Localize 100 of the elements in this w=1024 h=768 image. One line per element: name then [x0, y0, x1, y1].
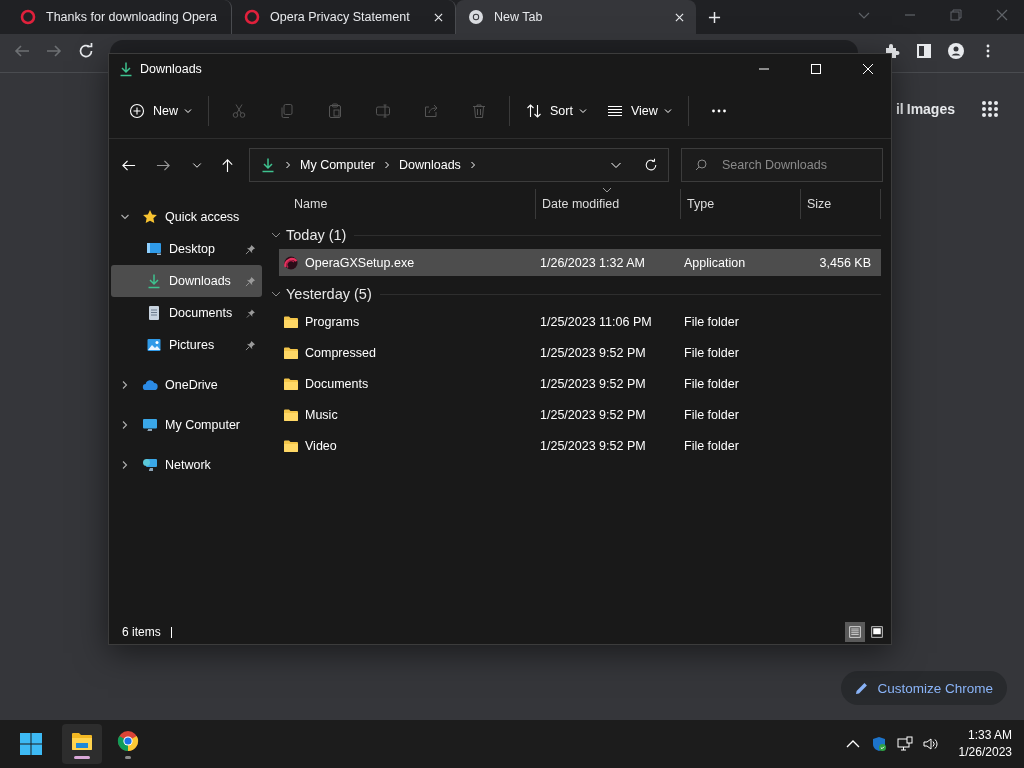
file-type: File folder — [684, 376, 739, 391]
file-name: OperaGXSetup.exe — [305, 255, 415, 270]
nav-item[interactable]: Desktop — [111, 233, 262, 265]
column-header[interactable]: Type — [681, 189, 801, 219]
column-header[interactable]: Size — [801, 189, 881, 219]
address-field[interactable]: My Computer Downloads — [249, 148, 669, 182]
date-modified: 1/26/2023 1:32 AM — [540, 255, 645, 270]
column-header[interactable]: Date modified — [536, 189, 681, 219]
file-type: File folder — [684, 314, 739, 329]
file-row[interactable]: OperaGXSetup.exe 1/26/2023 1:32 AM Application 3,456 KB — [279, 249, 881, 276]
item-count: 6 items — [122, 625, 161, 639]
breadcrumb[interactable]: Downloads — [399, 158, 461, 172]
file-row[interactable]: Programs 1/25/2023 11:06 PM File folder — [279, 308, 881, 335]
preview-view-icon — [871, 626, 883, 638]
sidebar-icon[interactable] — [916, 43, 932, 59]
chevron-right-icon — [383, 161, 392, 169]
nav-item[interactable]: Pictures — [111, 329, 262, 361]
close-icon — [863, 64, 873, 74]
nav-item[interactable]: OneDrive — [111, 369, 262, 401]
desktop-icon — [146, 241, 162, 257]
monitor-icon — [142, 417, 158, 433]
download-icon — [260, 157, 276, 173]
date-modified: 1/25/2023 11:06 PM — [540, 314, 652, 329]
browser-tab[interactable]: New Tab — [456, 0, 696, 34]
app-icon — [283, 254, 299, 271]
pencil-icon — [855, 681, 870, 695]
chevron-right-icon — [468, 161, 477, 169]
nav-item[interactable]: Network — [111, 449, 262, 481]
view-button[interactable]: View — [598, 94, 680, 128]
clock-time: 1:33 AM — [967, 727, 1012, 744]
windows-start-icon[interactable] — [19, 732, 43, 756]
chevron-down-icon[interactable] — [120, 212, 130, 222]
nav-item[interactable]: My Computer — [111, 409, 262, 441]
date-modified: 1/25/2023 9:52 PM — [540, 407, 646, 422]
new-tab-icon[interactable] — [708, 10, 721, 24]
document-icon — [146, 305, 162, 321]
clock-date: 1/26/2023 — [958, 744, 1012, 761]
reload-icon[interactable] — [78, 43, 94, 59]
picture-icon — [146, 337, 162, 353]
nav-item[interactable]: Documents — [111, 297, 262, 329]
file-type: File folder — [684, 438, 739, 453]
up-arrow-icon[interactable] — [220, 157, 235, 173]
file-size: 3,456 KB — [819, 255, 871, 270]
file-row[interactable]: Compressed 1/25/2023 9:52 PM File folder — [279, 339, 881, 366]
caret-icon — [578, 107, 587, 115]
search-icon — [695, 159, 707, 171]
page-link[interactable]: il — [895, 101, 904, 117]
nav-item[interactable]: Downloads — [111, 265, 262, 297]
file-row[interactable]: Video 1/25/2023 9:52 PM File folder — [279, 432, 881, 459]
page-link[interactable]: Images — [906, 101, 955, 117]
caret-icon — [663, 107, 672, 115]
download-icon — [118, 61, 134, 77]
shield-icon[interactable] — [870, 736, 887, 752]
file-name: Video — [305, 438, 337, 453]
date-modified: 1/25/2023 9:52 PM — [540, 345, 646, 360]
details-view-icon — [849, 626, 861, 638]
chrome-icon — [116, 729, 140, 753]
file-name: Programs — [305, 314, 360, 329]
customize-chrome-button[interactable]: Customize Chrome — [841, 671, 1007, 705]
network-icon[interactable] — [896, 736, 913, 752]
file-row[interactable]: Documents 1/25/2023 9:52 PM File folder — [279, 370, 881, 397]
file-type: Application — [684, 255, 746, 270]
group-header[interactable]: Today (1) — [286, 227, 347, 243]
new-button[interactable]: New — [121, 94, 200, 128]
chevron-right-icon — [284, 161, 292, 169]
caret-icon — [184, 107, 192, 115]
chevron-down-icon[interactable] — [271, 289, 281, 299]
window-title: Downloads — [140, 62, 202, 76]
apps-grid-icon[interactable] — [981, 100, 999, 118]
chrome-icon — [468, 9, 484, 25]
refresh-icon[interactable] — [644, 158, 658, 172]
ring-icon — [20, 9, 36, 25]
file-name: Documents — [305, 376, 369, 391]
cloud-icon — [142, 377, 158, 393]
download-icon — [146, 273, 162, 289]
search-field[interactable]: Search Downloads — [681, 148, 883, 182]
profile-icon[interactable] — [948, 43, 964, 59]
file-type: File folder — [684, 407, 739, 422]
nav-item[interactable]: Quick access — [111, 201, 262, 233]
date-modified: 1/25/2023 9:52 PM — [540, 376, 646, 391]
chevron-right-icon[interactable] — [120, 380, 130, 390]
file-type: File folder — [684, 345, 739, 360]
date-modified: 1/25/2023 9:52 PM — [540, 438, 646, 453]
chevron-right-icon[interactable] — [120, 420, 130, 430]
breadcrumb[interactable]: My Computer — [300, 158, 376, 172]
column-header[interactable]: Name — [264, 189, 536, 219]
file-name: Music — [305, 407, 338, 422]
star-icon — [142, 209, 158, 225]
details-view-button[interactable] — [845, 622, 865, 642]
file-row[interactable]: Music 1/25/2023 9:52 PM File folder — [279, 401, 881, 428]
ring-icon — [244, 9, 260, 25]
chevron-down-icon[interactable] — [271, 230, 281, 240]
network-icon — [142, 457, 158, 473]
group-header[interactable]: Yesterday (5) — [286, 286, 372, 302]
sort-button[interactable]: Sort — [518, 94, 595, 128]
chevron-right-icon[interactable] — [120, 460, 130, 470]
file-name: Compressed — [305, 345, 376, 360]
speaker-icon[interactable] — [922, 736, 939, 752]
taskbar-app[interactable] — [62, 724, 102, 764]
browser-tab[interactable]: Thanks for downloading Opera — [8, 0, 232, 34]
